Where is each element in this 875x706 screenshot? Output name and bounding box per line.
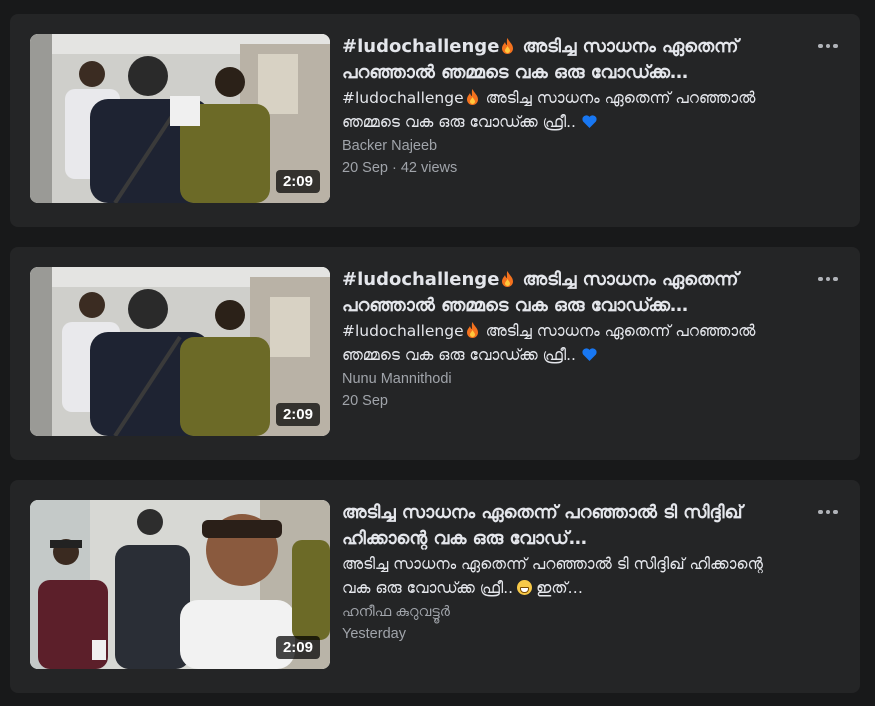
title-hashtag[interactable]: #ludochallenge bbox=[342, 269, 499, 290]
title-hashtag[interactable]: #ludochallenge bbox=[342, 36, 499, 57]
video-duration: 2:09 bbox=[275, 170, 320, 193]
more-options-button[interactable] bbox=[810, 28, 846, 64]
video-info: #ludochallenge അടിച്ച സാധനം ഏതെന്ന് പറഞ്… bbox=[342, 267, 792, 411]
video-description: #ludochallenge അടിച്ച സാധനം ഏതെന്ന് പറഞ്… bbox=[342, 86, 792, 134]
fire-emoji-icon bbox=[466, 322, 478, 338]
video-thumbnail[interactable]: 2:09 bbox=[30, 267, 330, 436]
video-meta: 20 Sep bbox=[342, 393, 388, 409]
video-thumbnail[interactable]: 2:09 bbox=[30, 500, 330, 669]
fire-emoji-icon bbox=[502, 38, 514, 54]
description-hashtag[interactable]: #ludochallenge bbox=[342, 322, 464, 340]
blue-heart-emoji-icon bbox=[582, 115, 597, 128]
video-result-card[interactable]: 2:09 #ludochallenge അടിച്ച സാധനം ഏതെന്ന്… bbox=[10, 14, 860, 227]
more-options-icon bbox=[818, 43, 823, 49]
grinning-emoji-icon bbox=[517, 580, 533, 595]
video-info: #ludochallenge അടിച്ച സാധനം ഏതെന്ന് പറഞ്… bbox=[342, 34, 792, 178]
fire-emoji-icon bbox=[502, 271, 514, 287]
description-tail: ഇത്… bbox=[536, 579, 583, 597]
video-title[interactable]: #ludochallenge അടിച്ച സാധനം ഏതെന്ന് പറഞ്… bbox=[342, 267, 792, 319]
more-options-icon bbox=[818, 509, 823, 515]
more-options-icon-dot bbox=[833, 276, 838, 282]
more-options-icon-dot bbox=[833, 43, 838, 49]
video-result-card[interactable]: 2:09 അടിച്ച സാധനം ഏതെന്ന് പറഞ്ഞാൽ ടി സിദ… bbox=[10, 480, 860, 693]
fire-emoji-icon bbox=[466, 89, 478, 105]
more-options-icon-dot bbox=[833, 509, 838, 515]
video-title[interactable]: #ludochallenge അടിച്ച സാധനം ഏതെന്ന് പറഞ്… bbox=[342, 34, 792, 86]
more-options-icon bbox=[818, 276, 823, 282]
video-description: അടിച്ച സാധനം ഏതെന്ന് പറഞ്ഞാൽ ടി സിദ്ദിഖ്… bbox=[342, 552, 792, 600]
video-duration: 2:09 bbox=[275, 403, 320, 426]
video-result-card[interactable]: 2:09 #ludochallenge അടിച്ച സാധനം ഏതെന്ന്… bbox=[10, 247, 860, 460]
video-meta: 20 Sep · 42 views bbox=[342, 160, 458, 176]
more-options-icon-dot bbox=[825, 509, 831, 515]
more-options-icon-dot bbox=[825, 276, 831, 282]
video-meta: Yesterday bbox=[342, 626, 406, 642]
video-info: അടിച്ച സാധനം ഏതെന്ന് പറഞ്ഞാൽ ടി സിദ്ദിഖ്… bbox=[342, 500, 792, 644]
video-author[interactable]: ഹനീഫ കുറുവട്ടൂർ bbox=[342, 602, 792, 622]
video-duration: 2:09 bbox=[275, 636, 320, 659]
blue-heart-emoji-icon bbox=[582, 348, 597, 361]
video-author[interactable]: Nunu Mannithodi bbox=[342, 369, 792, 389]
more-options-button[interactable] bbox=[810, 494, 846, 530]
video-thumbnail[interactable]: 2:09 bbox=[30, 34, 330, 203]
title-text: അടിച്ച സാധനം ഏതെന്ന് പറഞ്ഞാൽ ടി സിദ്ദിഖ്… bbox=[342, 502, 743, 549]
description-hashtag[interactable]: #ludochallenge bbox=[342, 89, 464, 107]
video-description: #ludochallenge അടിച്ച സാധനം ഏതെന്ന് പറഞ്… bbox=[342, 319, 792, 367]
video-title[interactable]: അടിച്ച സാധനം ഏതെന്ന് പറഞ്ഞാൽ ടി സിദ്ദിഖ്… bbox=[342, 500, 792, 552]
more-options-icon-dot bbox=[825, 43, 831, 49]
more-options-button[interactable] bbox=[810, 261, 846, 297]
video-author[interactable]: Backer Najeeb bbox=[342, 136, 792, 156]
